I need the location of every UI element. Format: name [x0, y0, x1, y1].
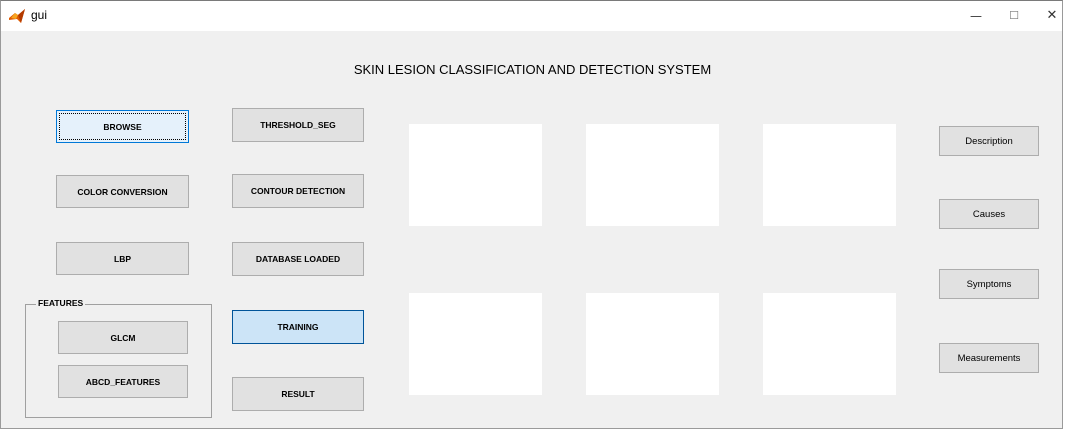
- features-panel-title: FEATURES: [36, 298, 86, 308]
- training-button[interactable]: TRAINING: [232, 310, 364, 344]
- figure-area: SKIN LESION CLASSIFICATION AND DETECTION…: [1, 31, 1062, 428]
- matlab-icon: [9, 9, 25, 23]
- image-axes-3: [763, 124, 896, 226]
- browse-button[interactable]: BROWSE: [56, 110, 189, 143]
- database-loaded-button[interactable]: DATABASE LOADED: [232, 242, 364, 276]
- image-axes-6: [763, 293, 896, 395]
- color-conversion-button[interactable]: COLOR CONVERSION: [56, 175, 189, 208]
- app-window: gui — ☐ ✕ SKIN LESION CLASSIFICATION AND…: [0, 0, 1063, 429]
- page-title: SKIN LESION CLASSIFICATION AND DETECTION…: [353, 62, 712, 77]
- causes-button[interactable]: Causes: [939, 199, 1039, 229]
- threshold-seg-button[interactable]: THRESHOLD_SEG: [232, 108, 364, 142]
- close-icon[interactable]: ✕: [1036, 5, 1062, 27]
- window-title: gui: [31, 8, 48, 22]
- lbp-button[interactable]: LBP: [56, 242, 189, 275]
- contour-detection-button[interactable]: CONTOUR DETECTION: [232, 174, 364, 208]
- abcd-features-button[interactable]: ABCD_FEATURES: [58, 365, 188, 398]
- image-axes-2: [586, 124, 719, 226]
- maximize-icon[interactable]: ☐: [998, 5, 1030, 27]
- symptoms-button[interactable]: Symptoms: [939, 269, 1039, 299]
- title-bar: gui — ☐ ✕: [1, 1, 1062, 31]
- image-axes-5: [586, 293, 719, 395]
- description-button[interactable]: Description: [939, 126, 1039, 156]
- image-axes-4: [409, 293, 542, 395]
- glcm-button[interactable]: GLCM: [58, 321, 188, 354]
- result-button[interactable]: RESULT: [232, 377, 364, 411]
- minimize-icon[interactable]: —: [960, 5, 992, 27]
- image-axes-1: [409, 124, 542, 226]
- measurements-button[interactable]: Measurements: [939, 343, 1039, 373]
